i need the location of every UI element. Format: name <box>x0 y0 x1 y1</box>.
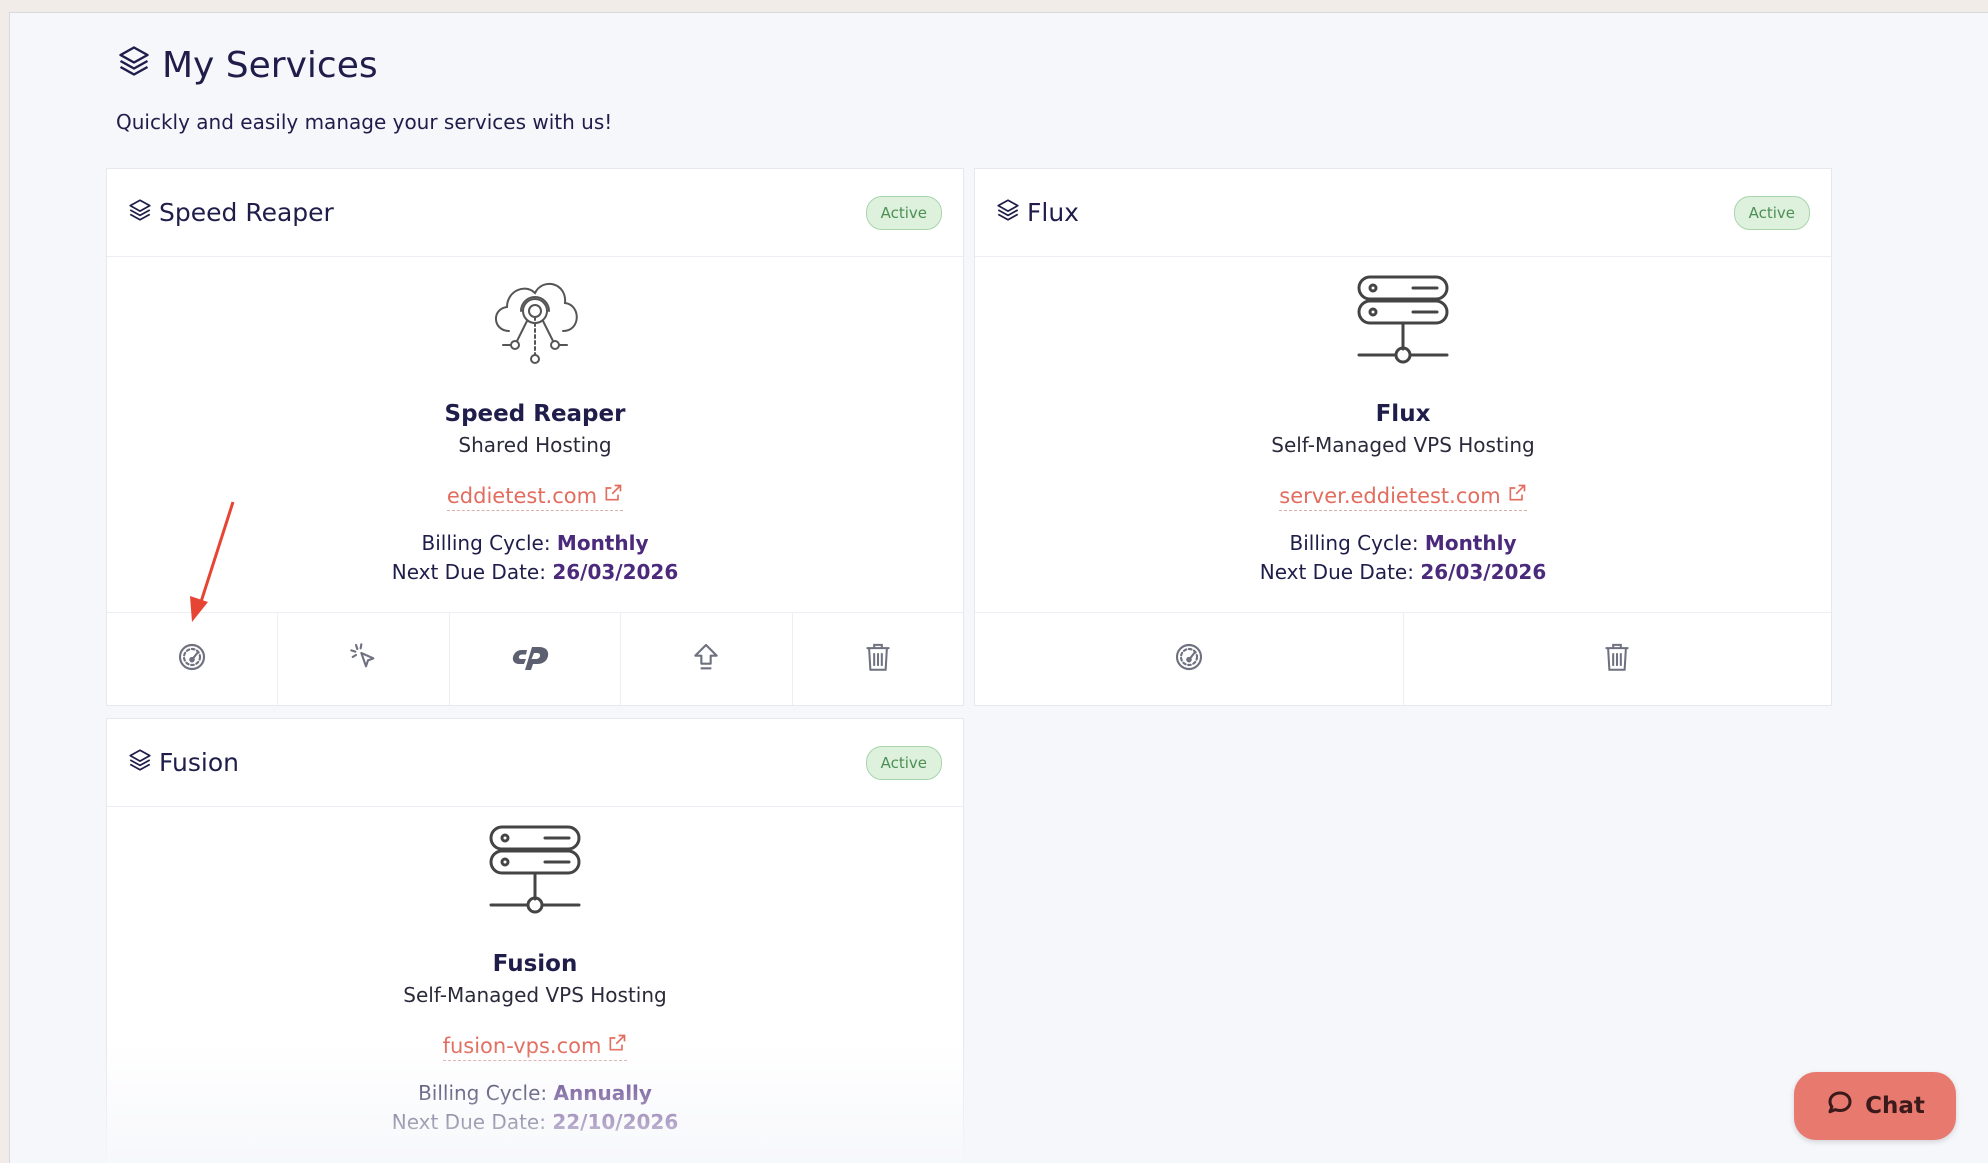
card-header: Fusion Active <box>107 719 963 807</box>
trash-icon <box>1603 641 1631 677</box>
chat-label: Chat <box>1865 1093 1925 1119</box>
card-title[interactable]: Speed Reaper <box>127 197 334 229</box>
domain-text: eddietest.com <box>446 483 598 508</box>
domain-link[interactable]: eddietest.com <box>446 483 624 511</box>
due-label: Next Due Date: <box>391 560 546 584</box>
billing-label: Billing Cycle: <box>1289 531 1419 555</box>
cpanel-icon <box>511 641 559 677</box>
upgrade-arrow-icon <box>690 641 722 677</box>
status-badge: Active <box>1733 195 1810 230</box>
card-body: Flux Self-Managed VPS Hosting server.edd… <box>975 273 1831 587</box>
billing-cycle-value: Monthly <box>556 531 649 555</box>
delete-button[interactable] <box>793 613 963 705</box>
page-subtitle: Quickly and easily manage your services … <box>116 110 613 134</box>
billing-label: Billing Cycle: <box>421 531 551 555</box>
chat-bubble-icon <box>1825 1088 1855 1124</box>
due-date-value: 26/03/2026 <box>1420 560 1547 584</box>
billing-info: Billing Cycle: Monthly Next Due Date: 26… <box>107 529 963 587</box>
trash-icon <box>864 641 892 677</box>
billing-cycle-value: Monthly <box>1424 531 1517 555</box>
cpanel-button[interactable] <box>450 613 622 705</box>
speedometer-button[interactable] <box>975 613 1404 705</box>
service-name: Speed Reaper <box>444 401 626 427</box>
page-title-text: My Services <box>162 45 378 86</box>
server-icon <box>107 823 963 918</box>
delete-button[interactable] <box>1404 613 1832 705</box>
domain-link[interactable]: server.eddietest.com <box>1279 483 1527 511</box>
page-frame: My Services Quickly and easily manage yo… <box>9 12 1988 1163</box>
billing-cycle-row: Billing Cycle: Monthly <box>975 529 1831 558</box>
card-title[interactable]: Flux <box>995 197 1079 229</box>
external-link-icon <box>603 483 623 508</box>
billing-cycle-row: Billing Cycle: Monthly <box>107 529 963 558</box>
login-button[interactable] <box>278 613 450 705</box>
layers-icon <box>116 43 152 88</box>
cursor-click-icon <box>348 641 380 677</box>
cloud-network-icon <box>107 273 963 368</box>
card-actions <box>975 612 1831 705</box>
domain-text: fusion-vps.com <box>442 1033 602 1058</box>
speedometer-button[interactable] <box>107 613 279 705</box>
billing-info: Billing Cycle: Annually Next Due Date: 2… <box>107 1079 963 1137</box>
speedometer-icon <box>176 641 208 677</box>
billing-info: Billing Cycle: Monthly Next Due Date: 26… <box>975 529 1831 587</box>
external-link-icon <box>607 1033 627 1058</box>
card-header: Flux Active <box>975 169 1831 257</box>
due-label: Next Due Date: <box>1259 560 1414 584</box>
billing-cycle-row: Billing Cycle: Annually <box>107 1079 963 1108</box>
card-title-text: Fusion <box>159 748 239 777</box>
card-actions <box>107 612 963 705</box>
due-date-row: Next Due Date: 26/03/2026 <box>107 558 963 587</box>
external-link-icon <box>1507 483 1527 508</box>
domain-text: server.eddietest.com <box>1279 483 1501 508</box>
service-name: Flux <box>1375 401 1431 427</box>
chat-button[interactable]: Chat <box>1794 1072 1956 1140</box>
billing-label: Billing Cycle: <box>418 1081 548 1105</box>
server-icon <box>975 273 1831 368</box>
speedometer-icon <box>1173 641 1205 677</box>
card-title[interactable]: Fusion <box>127 747 239 779</box>
due-date-value: 22/10/2026 <box>552 1110 679 1134</box>
layers-icon <box>127 197 153 229</box>
domain-link[interactable]: fusion-vps.com <box>442 1033 628 1061</box>
card-header: Speed Reaper Active <box>107 169 963 257</box>
card-title-text: Flux <box>1027 198 1079 227</box>
billing-cycle-value: Annually <box>553 1081 652 1105</box>
card-body: Fusion Self-Managed VPS Hosting fusion-v… <box>107 823 963 1137</box>
page-header: My Services Quickly and easily manage yo… <box>116 43 612 134</box>
service-type: Self-Managed VPS Hosting <box>1271 433 1535 457</box>
service-card-fusion: Fusion Active Fusion Self-Managed VPS Ho… <box>106 718 964 1163</box>
card-body: Speed Reaper Shared Hosting eddietest.co… <box>107 273 963 587</box>
status-badge: Active <box>865 745 942 780</box>
service-type: Self-Managed VPS Hosting <box>403 983 667 1007</box>
due-date-value: 26/03/2026 <box>552 560 679 584</box>
due-date-row: Next Due Date: 26/03/2026 <box>975 558 1831 587</box>
due-date-row: Next Due Date: 22/10/2026 <box>107 1108 963 1137</box>
due-label: Next Due Date: <box>391 1110 546 1134</box>
layers-icon <box>127 747 153 779</box>
page-title: My Services <box>116 43 612 88</box>
service-name: Fusion <box>492 951 578 977</box>
layers-icon <box>995 197 1021 229</box>
card-title-text: Speed Reaper <box>159 198 334 227</box>
service-card-flux: Flux Active Flux Self-Managed VPS Hostin… <box>974 168 1832 706</box>
status-badge: Active <box>865 195 942 230</box>
service-type: Shared Hosting <box>458 433 612 457</box>
upgrade-button[interactable] <box>621 613 793 705</box>
service-card-speed-reaper: Speed Reaper Active Speed Reaper Shared … <box>106 168 964 706</box>
